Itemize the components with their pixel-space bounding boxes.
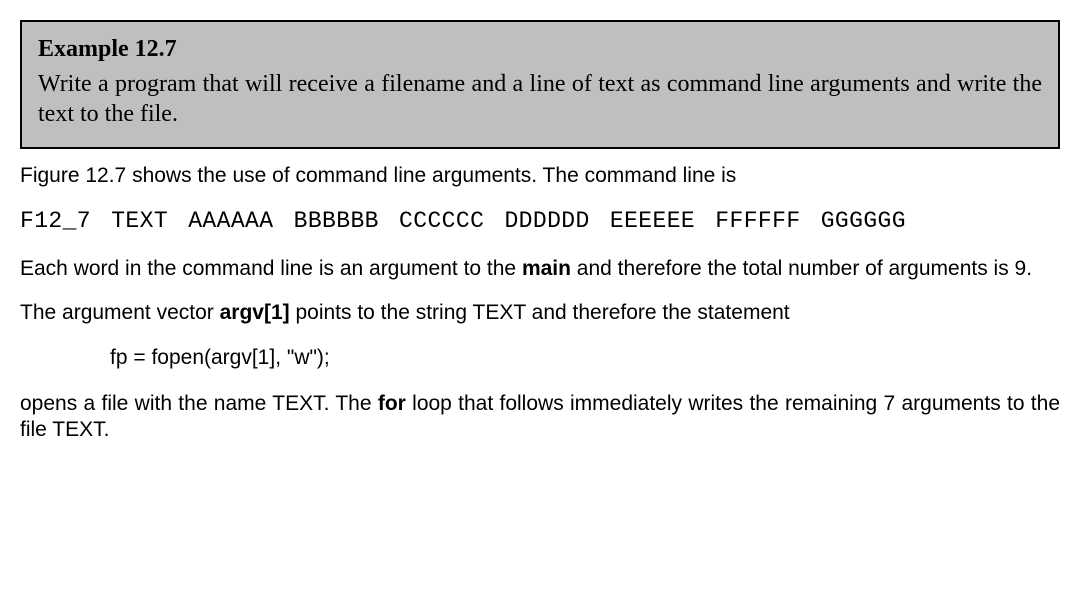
paragraph-2-text-a: Each word in the command line is an argu… — [20, 257, 522, 280]
example-box: Example 12.7 Write a program that will r… — [20, 20, 1060, 149]
paragraph-3-text-b: points to the string TEXT and therefore … — [290, 301, 790, 324]
command-line: F12_7 TEXT AAAAAA BBBBBB CCCCCC DDDDDD E… — [20, 207, 1060, 236]
paragraph-1: Figure 12.7 shows the use of command lin… — [20, 163, 1060, 189]
paragraph-3: The argument vector argv[1] points to th… — [20, 300, 1060, 326]
paragraph-3-text-a: The argument vector — [20, 301, 220, 324]
example-title: Example 12.7 — [38, 36, 1042, 63]
main-keyword: main — [522, 257, 571, 280]
paragraph-4-text-a: opens a file with the name TEXT. The — [20, 392, 378, 415]
example-prompt: Write a program that will receive a file… — [38, 69, 1042, 129]
paragraph-2: Each word in the command line is an argu… — [20, 256, 1060, 282]
for-keyword: for — [378, 392, 406, 415]
body-content: Figure 12.7 shows the use of command lin… — [20, 163, 1060, 443]
paragraph-2-text-b: and therefore the total number of argume… — [571, 257, 1032, 280]
argv-keyword: argv[1] — [220, 301, 290, 324]
code-statement: fp = fopen(argv[1], "w"); — [110, 345, 1060, 371]
paragraph-4: opens a file with the name TEXT. The for… — [20, 391, 1060, 444]
